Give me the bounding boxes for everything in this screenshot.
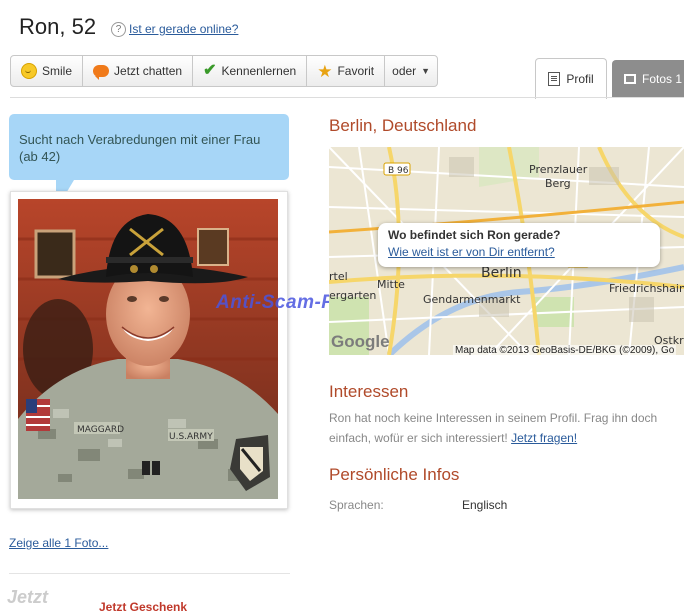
more-dropdown[interactable]: oder ▼ xyxy=(385,56,437,86)
action-toolbar: Smile Jetzt chatten ✔ Kennenlernen ★ Fav… xyxy=(10,55,439,87)
checkmark-icon: ✔ xyxy=(203,62,217,79)
help-icon[interactable]: ? xyxy=(111,22,126,37)
map-label-gendarmenmarkt: Gendarmenmarkt xyxy=(423,293,521,306)
meet-button[interactable]: ✔ Kennenlernen xyxy=(193,56,308,86)
more-dropdown-label: oder xyxy=(392,64,417,78)
languages-value: Englisch xyxy=(462,498,508,512)
left-divider xyxy=(9,573,290,574)
star-icon: ★ xyxy=(317,61,333,81)
profile-document-icon xyxy=(548,72,561,86)
map-label-tiergarten: ergarten xyxy=(329,289,376,302)
map-label-mitte: Mitte xyxy=(377,278,405,291)
interests-message: Ron hat noch keine Interessen in seinem … xyxy=(329,411,658,445)
chat-button[interactable]: Jetzt chatten xyxy=(83,56,194,86)
interests-text: Ron hat noch keine Interessen in seinem … xyxy=(329,408,684,448)
ask-interests-link[interactable]: Jetzt fragen! xyxy=(511,431,577,445)
chat-bubble-icon xyxy=(93,65,110,80)
favorite-button-label: Favorit xyxy=(337,64,375,78)
tab-profil-label: Profil xyxy=(566,72,594,86)
map-label-berg: Berg xyxy=(545,177,571,190)
meet-button-label: Kennenlernen xyxy=(221,64,297,78)
gift-logo: Jetzt xyxy=(7,587,49,607)
map-copyright: Map data ©2013 GeoBasis-DE/BKG (©2009), … xyxy=(453,345,677,356)
smile-button[interactable]: Smile xyxy=(11,56,84,86)
smiley-icon xyxy=(21,63,37,79)
distance-link[interactable]: Wie weit ist er von Dir entfernt? xyxy=(388,245,650,259)
search-status-bubble: Sucht nach Verabredungen mit einer Frau … xyxy=(9,114,289,180)
map-label-friedrichshain: Friedrichshain xyxy=(609,282,684,295)
languages-label: Sprachen: xyxy=(329,498,384,512)
map-callout: Wo befindet sich Ron gerade? Wie weit is… xyxy=(378,223,660,267)
header-divider xyxy=(10,97,684,98)
location-title: Berlin, Deutschland xyxy=(329,116,477,135)
show-all-photos-link[interactable]: Zeige alle 1 Foto... xyxy=(9,536,108,550)
favorite-button[interactable]: ★ Favorit xyxy=(307,56,386,86)
tab-fotos-label: Fotos 1 xyxy=(642,72,683,86)
tab-profil[interactable]: Profil xyxy=(535,58,607,99)
profile-photo-frame[interactable]: MAGGARD U.S.ARMY xyxy=(10,191,288,509)
profile-photo-image: MAGGARD U.S.ARMY xyxy=(18,199,278,499)
chat-button-label: Jetzt chatten xyxy=(114,64,183,78)
caret-down-icon: ▼ xyxy=(421,66,431,76)
interests-title: Interessen xyxy=(329,382,409,401)
smile-button-label: Smile xyxy=(42,64,73,78)
tab-fotos[interactable]: Fotos 1 xyxy=(612,60,684,98)
profile-title: Ron, 52 xyxy=(19,14,97,39)
photos-icon xyxy=(624,74,636,84)
army-tape-text: U.S.ARMY xyxy=(169,432,213,442)
personal-info-title: Persönliche Infos xyxy=(329,465,460,484)
online-status-link[interactable]: Ist er gerade online? xyxy=(129,22,238,36)
map-label-b96: B 96 xyxy=(388,166,409,176)
map-label-prenzlauer: Prenzlauer xyxy=(529,163,588,176)
map-callout-title: Wo befindet sich Ron gerade? xyxy=(388,228,561,242)
profile-photo[interactable]: MAGGARD U.S.ARMY xyxy=(18,199,278,499)
gift-link[interactable]: Jetzt Geschenk xyxy=(99,600,187,614)
google-logo: Google xyxy=(331,332,390,351)
name-tape-text: MAGGARD xyxy=(77,425,124,435)
map-label-viertel: rtel xyxy=(329,270,348,283)
map-label-berlin: Berlin xyxy=(481,265,522,281)
